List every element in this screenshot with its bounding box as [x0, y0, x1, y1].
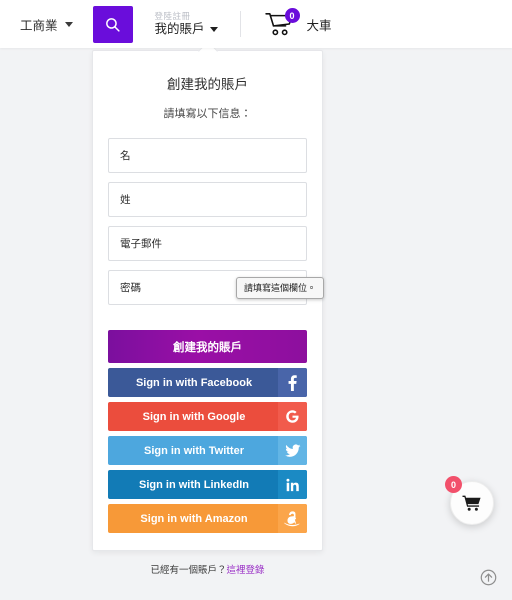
- cart-count-badge: 0: [284, 8, 300, 23]
- cart-label: 大車: [306, 18, 332, 33]
- page-title: 創建我的賬戶: [167, 77, 248, 92]
- header-divider: [239, 11, 241, 37]
- account-menu[interactable]: 登陸註冊 我的賬戶: [155, 11, 218, 37]
- facebook-glyph: [288, 375, 297, 391]
- floating-cart-count-badge: 0: [445, 476, 462, 493]
- search-icon: [106, 17, 120, 32]
- create-account-form: 創建我的賬戶 請填寫以下信息： 創建我的賬戶 Sign in with Face…: [93, 51, 322, 576]
- facebook-icon: [278, 368, 307, 397]
- chevron-down-icon: [64, 21, 73, 27]
- category-selector[interactable]: 工商業: [18, 11, 75, 38]
- sign-in-linkedin-button[interactable]: Sign in with LinkedIn: [108, 470, 307, 499]
- twitter-glyph: [284, 443, 301, 457]
- sign-in-link[interactable]: 這裡登錄: [227, 565, 265, 576]
- scroll-to-top-button[interactable]: [480, 569, 497, 586]
- last-name-input[interactable]: [108, 182, 307, 217]
- cart-icon-wrap: 0: [264, 8, 300, 37]
- sign-in-google-button[interactable]: Sign in with Google: [108, 402, 307, 431]
- form-subtitle: 請填寫以下信息：: [163, 108, 252, 120]
- first-name-input[interactable]: [108, 138, 307, 173]
- linkedin-icon: [278, 470, 307, 499]
- floating-cart-button[interactable]: 0: [445, 476, 494, 525]
- search-button[interactable]: [92, 5, 133, 43]
- header-inner: 工商業 登陸註冊 我的賬戶 0 大車: [0, 0, 512, 48]
- shopping-cart-icon: [462, 495, 481, 511]
- create-account-dropdown: 創建我的賬戶 請填寫以下信息： 創建我的賬戶 Sign in with Face…: [92, 41, 325, 576]
- arrow-up-circle-icon: [480, 569, 497, 586]
- account-label: 我的賬戶: [154, 21, 205, 36]
- email-input[interactable]: [108, 226, 307, 261]
- amazon-icon: [278, 504, 307, 533]
- google-glyph: [286, 410, 299, 423]
- chevron-down-icon: [209, 26, 218, 32]
- google-icon: [278, 402, 307, 431]
- category-label: 工商業: [20, 18, 58, 33]
- twitter-icon: [278, 436, 307, 465]
- amazon-glyph: [284, 510, 300, 526]
- existing-account-note: 已經有一個賬戶？這裡登錄: [108, 562, 307, 576]
- linkedin-glyph: [285, 478, 299, 491]
- sign-in-facebook-button[interactable]: Sign in with Facebook: [108, 368, 307, 397]
- account-main: 我的賬戶: [155, 22, 218, 38]
- site-header: 工商業 登陸註冊 我的賬戶 0 大車: [0, 0, 512, 48]
- existing-account-text: 已經有一個賬戶？: [150, 565, 227, 576]
- header-cart[interactable]: 0 大車: [264, 8, 332, 37]
- sign-in-amazon-button[interactable]: Sign in with Amazon: [108, 504, 307, 533]
- button-stack: 創建我的賬戶 Sign in with Facebook Sign in wit…: [108, 330, 307, 533]
- sign-in-twitter-button[interactable]: Sign in with Twitter: [108, 436, 307, 465]
- validation-tooltip: 請填寫這個欄位。: [236, 277, 325, 299]
- account-login-register-label: 登陸註冊: [154, 10, 191, 21]
- create-account-button[interactable]: 創建我的賬戶: [108, 330, 307, 363]
